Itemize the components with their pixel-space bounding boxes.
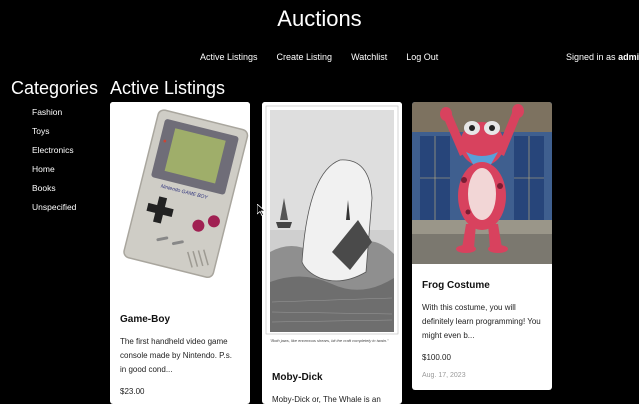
category-books[interactable]: Books: [32, 183, 76, 202]
categories-heading: Categories: [11, 78, 99, 98]
listing-title[interactable]: Frog Costume: [422, 280, 542, 291]
listing-description: With this costume, you will definitely l…: [422, 303, 541, 340]
nav-log-out[interactable]: Log Out: [406, 52, 438, 62]
category-list: Fashion Toys Electronics Home Books Unsp…: [32, 107, 76, 221]
listing-title[interactable]: Moby-Dick: [272, 372, 392, 383]
listing-description: Moby-Dick or, The Whale is an: [272, 395, 381, 404]
gameboy-image[interactable]: Nintendo GAME BOY: [110, 102, 250, 292]
listing-date: Aug. 17, 2023: [422, 372, 466, 379]
listing-price: $100.00: [422, 353, 451, 362]
listing-price: $23.00: [120, 387, 145, 396]
nav-watchlist[interactable]: Watchlist: [351, 52, 387, 62]
mouse-cursor-icon: [257, 204, 265, 216]
listing-card-moby-dick[interactable]: "Both jaws, like enormous shears, bit th…: [262, 102, 402, 404]
category-unspecified[interactable]: Unspecified: [32, 202, 76, 221]
frog-costume-photo[interactable]: [412, 102, 552, 264]
active-listings-heading: Active Listings: [110, 78, 226, 98]
category-electronics[interactable]: Electronics: [32, 145, 76, 164]
listing-description: The first handheld video game console ma…: [120, 337, 232, 374]
whale-illustration[interactable]: "Both jaws, like enormous shears, bit th…: [262, 102, 402, 360]
top-nav: Active Listings Create Listing Watchlist…: [200, 52, 457, 62]
category-home[interactable]: Home: [32, 164, 76, 183]
username: admin.: [618, 52, 639, 62]
signed-in-label: Signed in as: [566, 52, 616, 62]
listing-card-game-boy[interactable]: Nintendo GAME BOY Game-Boy The first han…: [110, 102, 250, 404]
category-toys[interactable]: Toys: [32, 126, 76, 145]
nav-active-listings[interactable]: Active Listings: [200, 52, 258, 62]
category-fashion[interactable]: Fashion: [32, 107, 76, 126]
listing-card-frog-costume[interactable]: Frog Costume With this costume, you will…: [412, 102, 552, 390]
nav-create-listing[interactable]: Create Listing: [277, 52, 333, 62]
whale-caption: "Both jaws, like enormous shears, bit th…: [270, 338, 389, 343]
signed-in-status: Signed in as admin.: [566, 52, 639, 62]
listing-title[interactable]: Game-Boy: [120, 314, 240, 325]
site-title: Auctions: [277, 6, 362, 31]
